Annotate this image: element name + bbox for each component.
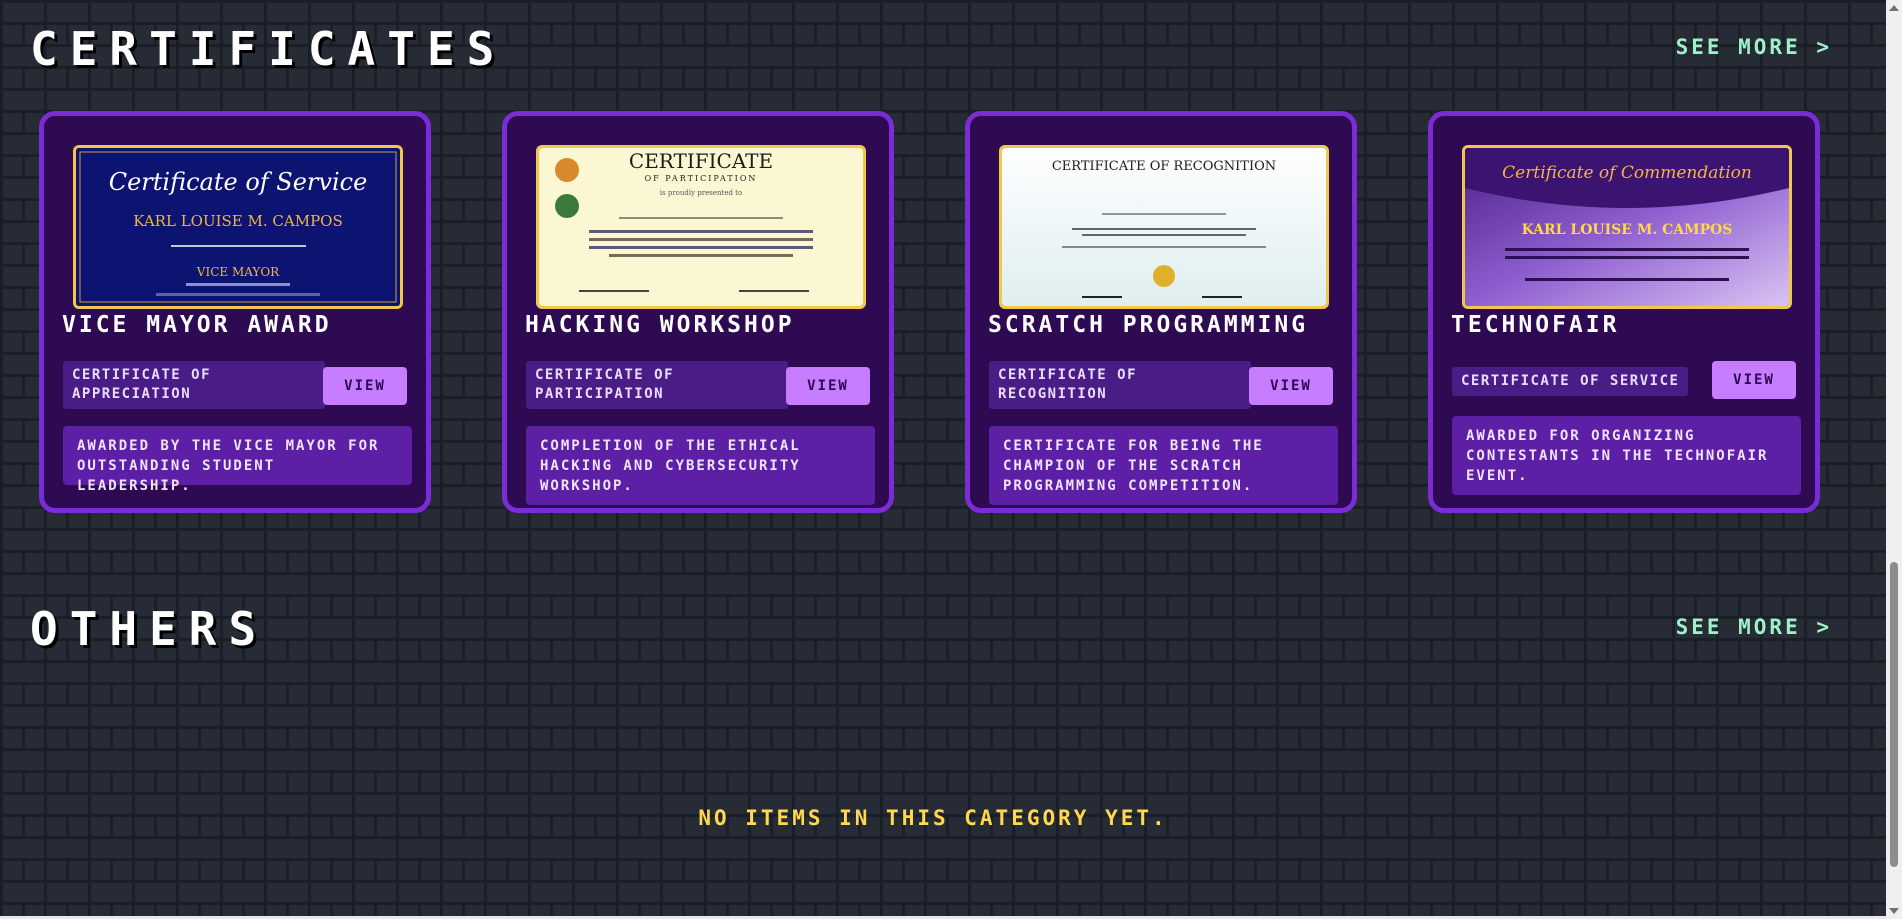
certificate-thumbnail: CERTIFICATE OF PARTICIPATION is proudly … (536, 145, 866, 309)
thumbnail-line: is proudly presented to (660, 189, 742, 197)
thumbnail-heading: CERTIFICATE (629, 149, 773, 173)
view-button[interactable]: VIEW (786, 367, 870, 405)
certificate-card-technofair: Certificate of Commendation KARL LOUISE … (1428, 111, 1820, 513)
scroll-up-arrow-icon[interactable] (1889, 5, 1899, 11)
card-description: AWARDED BY THE VICE MAYOR FOR OUTSTANDIN… (63, 426, 412, 494)
certificate-type-tag: CERTIFICATE OF SERVICE (1452, 367, 1689, 396)
thumbnail-subtitle: VICE MAYOR (196, 265, 280, 279)
thumbnail-heading: Certificate of Service (109, 168, 368, 196)
certificates-see-more-link[interactable]: SEE MORE > (1676, 35, 1832, 59)
certificate-type-tag: CERTIFICATE OF PARTICIPATION (526, 361, 788, 409)
vertical-scrollbar[interactable] (1886, 0, 1902, 919)
certificate-thumbnail: Certificate of Commendation KARL LOUISE … (1462, 145, 1792, 309)
card-title: HACKING WORKSHOP (525, 312, 795, 338)
card-title: VICE MAYOR AWARD (62, 312, 332, 338)
thumbnail-heading: Certificate of Commendation (1502, 163, 1752, 183)
thumbnail-heading: CERTIFICATE OF RECOGNITION (1052, 159, 1276, 174)
certificate-card-scratch-programming: CERTIFICATE OF RECOGNITION SCRATCH PROGR… (965, 111, 1357, 513)
thumbnail-name: KARL LOUISE M. CAMPOS (1522, 222, 1733, 238)
certificate-thumbnail: CERTIFICATE OF RECOGNITION (999, 145, 1329, 309)
empty-category-message: NO ITEMS IN THIS CATEGORY YET. (698, 806, 1168, 830)
certificate-card-vice-mayor: Certificate of Service KARL LOUISE M. CA… (39, 111, 431, 513)
others-section-title: OTHERS (30, 602, 269, 656)
card-description: AWARDED FOR ORGANIZING CONTESTANTS IN TH… (1452, 416, 1801, 495)
view-button[interactable]: VIEW (1712, 361, 1796, 399)
view-button[interactable]: VIEW (1249, 367, 1333, 405)
certificate-type-tag: CERTIFICATE OF APPRECIATION (63, 361, 325, 409)
certificate-card-grid: Certificate of Service KARL LOUISE M. CA… (39, 111, 1829, 521)
scrollbar-thumb[interactable] (1890, 562, 1898, 867)
certificate-card-hacking-workshop: CERTIFICATE OF PARTICIPATION is proudly … (502, 111, 894, 513)
others-see-more-link[interactable]: SEE MORE > (1676, 615, 1832, 639)
thumbnail-subheading: OF PARTICIPATION (645, 174, 758, 183)
card-description: CERTIFICATE FOR BEING THE CHAMPION OF TH… (989, 426, 1338, 505)
view-button[interactable]: VIEW (323, 367, 407, 405)
certificate-type-tag: CERTIFICATE OF RECOGNITION (989, 361, 1251, 409)
card-title: SCRATCH PROGRAMMING (988, 312, 1309, 338)
certificates-section-title: CERTIFICATES (30, 22, 507, 76)
scroll-down-arrow-icon[interactable] (1889, 908, 1899, 914)
card-title: TECHNOFAIR (1451, 312, 1620, 338)
certificate-thumbnail: Certificate of Service KARL LOUISE M. CA… (73, 145, 403, 309)
card-description: COMPLETION OF THE ETHICAL HACKING AND CY… (526, 426, 875, 505)
thumbnail-name: KARL LOUISE M. CAMPOS (133, 212, 343, 230)
